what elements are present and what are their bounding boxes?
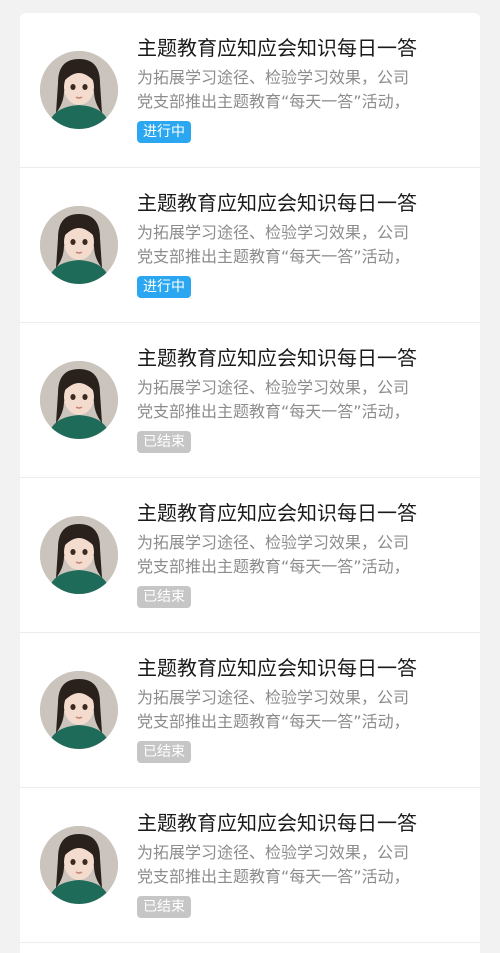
item-description-line: 为拓展学习途径、检验学习效果，公司 [137, 223, 410, 242]
avatar-portrait-icon [40, 826, 118, 904]
avatar-portrait-icon [40, 361, 118, 439]
item-title: 主题教育应知应会知识每日一答 [137, 346, 417, 370]
item-description-line: 党支部推出主题教育“每天一答”活动， [137, 712, 410, 731]
item-description: 为拓展学习途径、检验学习效果，公司 党支部推出主题教育“每天一答”活动， [137, 686, 459, 734]
item-title: 主题教育应知应会知识每日一答 [137, 811, 417, 835]
item-description: 为拓展学习途径、检验学习效果，公司 党支部推出主题教育“每天一答”活动， [137, 221, 459, 269]
avatar-portrait-icon [40, 206, 118, 284]
avatar-portrait-icon [40, 51, 118, 129]
item-description-line: 党支部推出主题教育“每天一答”活动， [137, 247, 410, 266]
list-item[interactable]: 主题教育应知应会知识每日一答 为拓展学习途径、检验学习效果，公司 党支部推出主题… [20, 168, 480, 323]
item-description-line: 党支部推出主题教育“每天一答”活动， [137, 92, 410, 111]
item-title: 主题教育应知应会知识每日一答 [137, 191, 417, 215]
list-item[interactable]: 主题教育应知应会知识每日一答 为拓展学习途径、检验学习效果，公司 党支部推出主题… [20, 478, 480, 633]
status-badge: 已结束 [137, 431, 191, 453]
item-description-line: 党支部推出主题教育“每天一答”活动， [137, 557, 410, 576]
list-item[interactable]: 主题教育应知应会知识每日一答 为拓展学习途径、检验学习效果，公司 党支部推出主题… [20, 13, 480, 168]
status-badge: 已结束 [137, 741, 191, 763]
avatar-portrait-icon [40, 516, 118, 594]
list-item[interactable]: 主题教育应知应会知识每日一答 为拓展学习途径、检验学习效果，公司 党支部推出主题… [20, 323, 480, 478]
item-description-line: 党支部推出主题教育“每天一答”活动， [137, 867, 410, 886]
item-description-line: 党支部推出主题教育“每天一答”活动， [137, 402, 410, 421]
activity-list-card: 主题教育应知应会知识每日一答 为拓展学习途径、检验学习效果，公司 党支部推出主题… [20, 13, 480, 953]
item-description-line: 为拓展学习途径、检验学习效果，公司 [137, 688, 410, 707]
item-title: 主题教育应知应会知识每日一答 [137, 501, 417, 525]
item-title: 主题教育应知应会知识每日一答 [137, 36, 417, 60]
item-description-line: 为拓展学习途径、检验学习效果，公司 [137, 68, 410, 87]
item-description: 为拓展学习途径、检验学习效果，公司 党支部推出主题教育“每天一答”活动， [137, 841, 459, 889]
list-item[interactable]: 主题教育应知应会知识每日一答 为拓展学习途径、检验学习效果，公司 党支部推出主题… [20, 788, 480, 943]
status-badge: 已结束 [137, 896, 191, 918]
item-description-line: 为拓展学习途径、检验学习效果，公司 [137, 533, 410, 552]
item-description: 为拓展学习途径、检验学习效果，公司 党支部推出主题教育“每天一答”活动， [137, 531, 459, 579]
status-badge: 已结束 [137, 586, 191, 608]
status-badge: 进行中 [137, 276, 191, 298]
avatar-portrait-icon [40, 671, 118, 749]
status-badge: 进行中 [137, 121, 191, 143]
item-description-line: 为拓展学习途径、检验学习效果，公司 [137, 378, 410, 397]
list-item[interactable]: 主题教育应知应会知识每日一答 为拓展学习途径、检验学习效果，公司 党支部推出主题… [20, 633, 480, 788]
item-description-line: 为拓展学习途径、检验学习效果，公司 [137, 843, 410, 862]
item-title: 主题教育应知应会知识每日一答 [137, 656, 417, 680]
item-description: 为拓展学习途径、检验学习效果，公司 党支部推出主题教育“每天一答”活动， [137, 376, 459, 424]
item-description: 为拓展学习途径、检验学习效果，公司 党支部推出主题教育“每天一答”活动， [137, 66, 459, 114]
